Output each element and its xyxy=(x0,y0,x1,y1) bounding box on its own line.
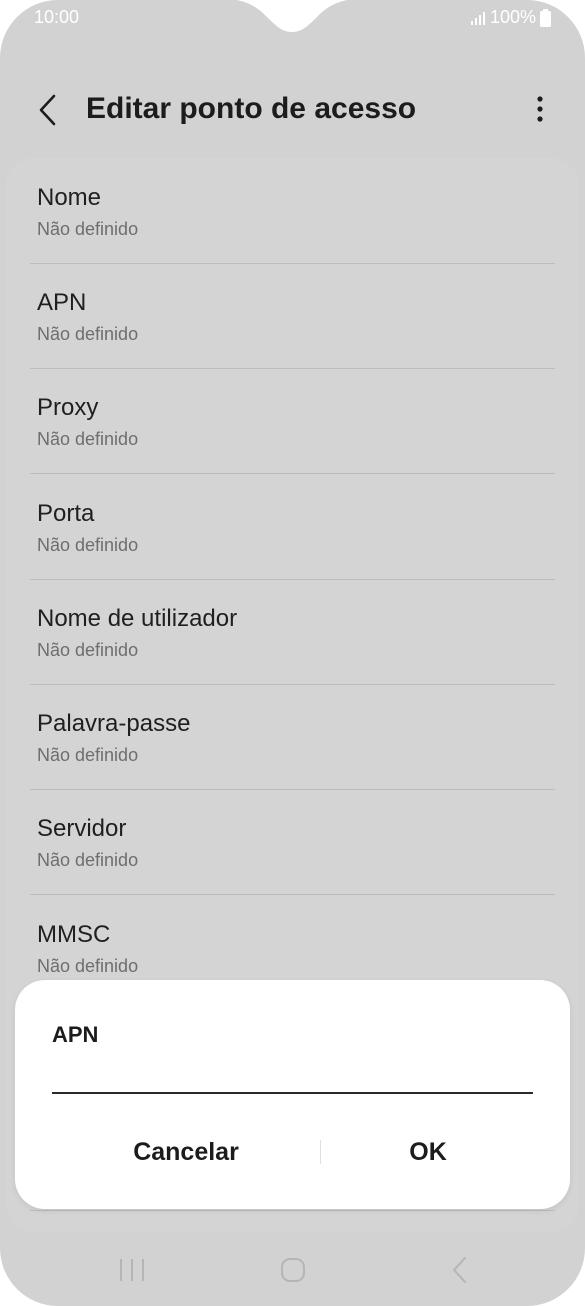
setting-label: Servidor xyxy=(37,815,127,842)
apn-input[interactable] xyxy=(52,1052,533,1094)
setting-value: Não definido xyxy=(37,745,139,765)
setting-label: APN xyxy=(37,289,87,316)
battery-icon xyxy=(540,8,551,27)
page-title: Editar ponto de acesso xyxy=(86,92,417,125)
back-button[interactable] xyxy=(30,90,70,130)
more-options-button[interactable] xyxy=(525,90,555,130)
setting-value: Não definido xyxy=(37,850,139,870)
setting-label: Palavra-passe xyxy=(37,710,191,737)
home-button[interactable] xyxy=(273,1254,313,1286)
back-chevron-icon xyxy=(39,94,56,126)
recents-button[interactable] xyxy=(112,1254,152,1286)
setting-label: Porta xyxy=(37,500,95,527)
phone-screen: 10:00 100% Editar ponto de acesso Nome N… xyxy=(0,0,585,1306)
apn-dialog: APN Cancelar OK xyxy=(15,980,570,1209)
status-time: 10:00 xyxy=(34,7,80,27)
setting-item-nome[interactable]: Nome Não definido xyxy=(37,158,555,263)
more-vertical-icon xyxy=(537,96,543,122)
cancel-button[interactable]: Cancelar xyxy=(55,1128,317,1176)
setting-value: Não definido xyxy=(37,324,139,344)
dialog-buttons: Cancelar OK xyxy=(15,1128,570,1176)
recents-icon xyxy=(120,1259,144,1281)
setting-value: Não definido xyxy=(37,429,139,449)
setting-value: Não definido xyxy=(37,640,139,660)
setting-value: Não definido xyxy=(37,535,139,555)
setting-label: Nome de utilizador xyxy=(37,605,238,632)
setting-item-nome-de-utilizador[interactable]: Nome de utilizador Não definido xyxy=(37,579,555,684)
battery-percent: 100% xyxy=(489,7,536,27)
dialog-title: APN xyxy=(52,1022,99,1047)
setting-item-proxy[interactable]: Proxy Não definido xyxy=(37,368,555,473)
nav-back-button[interactable] xyxy=(440,1254,480,1286)
status-right: 100% xyxy=(470,7,551,28)
setting-item-porta[interactable]: Porta Não definido xyxy=(37,474,555,579)
signal-icon xyxy=(470,11,486,25)
setting-item-palavra-passe[interactable]: Palavra-passe Não definido xyxy=(37,684,555,789)
setting-label: Nome xyxy=(37,184,102,211)
navigation-bar xyxy=(0,1240,585,1300)
app-bar: Editar ponto de acesso xyxy=(0,70,585,150)
setting-label: MMSC xyxy=(37,921,111,948)
setting-value: Não definido xyxy=(37,956,139,976)
home-icon xyxy=(281,1258,305,1282)
setting-item-apn[interactable]: APN Não definido xyxy=(37,263,555,368)
setting-label: Proxy xyxy=(37,394,99,421)
status-bar: 10:00 100% xyxy=(0,0,585,36)
back-icon xyxy=(453,1257,466,1283)
divider xyxy=(30,1210,555,1211)
button-separator xyxy=(320,1140,321,1164)
ok-button[interactable]: OK xyxy=(322,1128,534,1176)
setting-value: Não definido xyxy=(37,219,139,239)
setting-item-servidor[interactable]: Servidor Não definido xyxy=(37,789,555,894)
